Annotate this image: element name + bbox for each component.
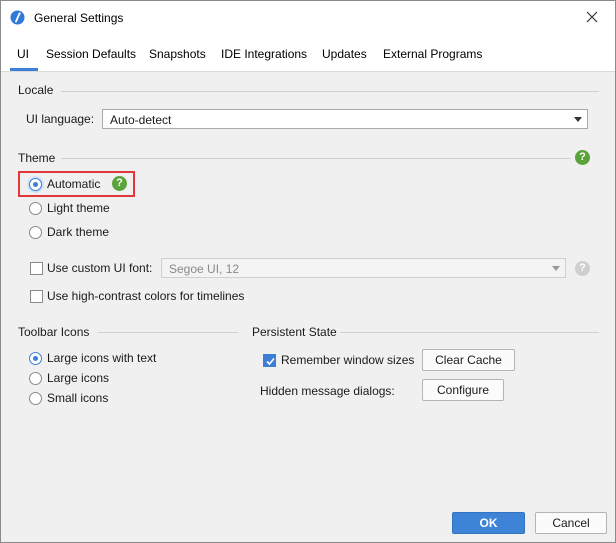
locale-section-title: Locale <box>18 83 54 97</box>
chevron-down-icon <box>574 117 582 122</box>
icons-large-radio[interactable] <box>29 372 42 385</box>
hidden-dialogs-label: Hidden message dialogs: <box>260 384 395 398</box>
close-icon <box>586 11 598 26</box>
icons-small-label[interactable]: Small icons <box>47 391 108 405</box>
tab-bar: UI Session Defaults Snapshots IDE Integr… <box>1 35 615 72</box>
close-button[interactable] <box>581 7 603 29</box>
theme-dark-radio[interactable] <box>29 226 42 239</box>
icons-large-label[interactable]: Large icons <box>47 371 109 385</box>
active-tab-indicator <box>10 68 38 71</box>
theme-dark-label[interactable]: Dark theme <box>47 225 109 239</box>
clear-cache-button[interactable]: Clear Cache <box>422 349 515 371</box>
custom-font-checkbox[interactable] <box>30 262 43 275</box>
high-contrast-label[interactable]: Use high-contrast colors for timelines <box>47 289 244 303</box>
theme-section-title: Theme <box>18 151 56 165</box>
icons-small-radio[interactable] <box>29 392 42 405</box>
remember-window-sizes-label[interactable]: Remember window sizes <box>281 353 414 367</box>
custom-font-dropdown[interactable]: Segoe UI, 12 <box>161 258 566 278</box>
app-icon <box>10 10 25 25</box>
persistent-state-section-title: Persistent State <box>252 325 337 339</box>
tab-ide-integrations[interactable]: IDE Integrations <box>221 47 307 61</box>
check-icon <box>266 357 275 366</box>
high-contrast-checkbox[interactable] <box>30 290 43 303</box>
theme-light-label[interactable]: Light theme <box>47 201 110 215</box>
configure-button[interactable]: Configure <box>422 379 504 401</box>
toolbar-icons-section-title: Toolbar Icons <box>18 325 90 339</box>
theme-divider <box>61 158 571 159</box>
custom-font-value: Segoe UI, 12 <box>169 262 240 276</box>
toolbar-icons-divider <box>98 332 238 333</box>
ui-language-label: UI language: <box>26 112 95 126</box>
tab-external-programs[interactable]: External Programs <box>383 47 482 61</box>
icons-large-text-radio[interactable] <box>29 352 42 365</box>
tab-updates[interactable]: Updates <box>322 47 367 61</box>
help-icon[interactable]: ? <box>575 150 590 165</box>
automatic-help-icon[interactable]: ? <box>112 176 127 191</box>
locale-divider <box>61 91 599 92</box>
ui-language-dropdown[interactable]: Auto-detect <box>102 109 588 129</box>
ui-language-value: Auto-detect <box>110 113 172 127</box>
chevron-down-icon <box>552 266 560 271</box>
custom-font-label[interactable]: Use custom UI font: <box>47 261 152 275</box>
custom-font-help-icon: ? <box>575 261 590 276</box>
general-settings-dialog: General Settings UI Session Defaults Sna… <box>0 0 616 543</box>
persistent-state-divider <box>340 332 599 333</box>
cancel-button[interactable]: Cancel <box>535 512 607 534</box>
icons-large-text-label[interactable]: Large icons with text <box>47 351 156 365</box>
title-bar: General Settings <box>1 1 615 35</box>
theme-automatic-label[interactable]: Automatic <box>47 177 100 191</box>
tab-snapshots[interactable]: Snapshots <box>149 47 206 61</box>
window-title: General Settings <box>34 11 124 25</box>
tab-session-defaults[interactable]: Session Defaults <box>46 47 136 61</box>
theme-light-radio[interactable] <box>29 202 42 215</box>
remember-window-sizes-checkbox[interactable] <box>263 354 276 367</box>
tab-ui[interactable]: UI <box>17 47 29 61</box>
ok-button[interactable]: OK <box>452 512 525 534</box>
theme-automatic-radio[interactable] <box>29 178 42 191</box>
